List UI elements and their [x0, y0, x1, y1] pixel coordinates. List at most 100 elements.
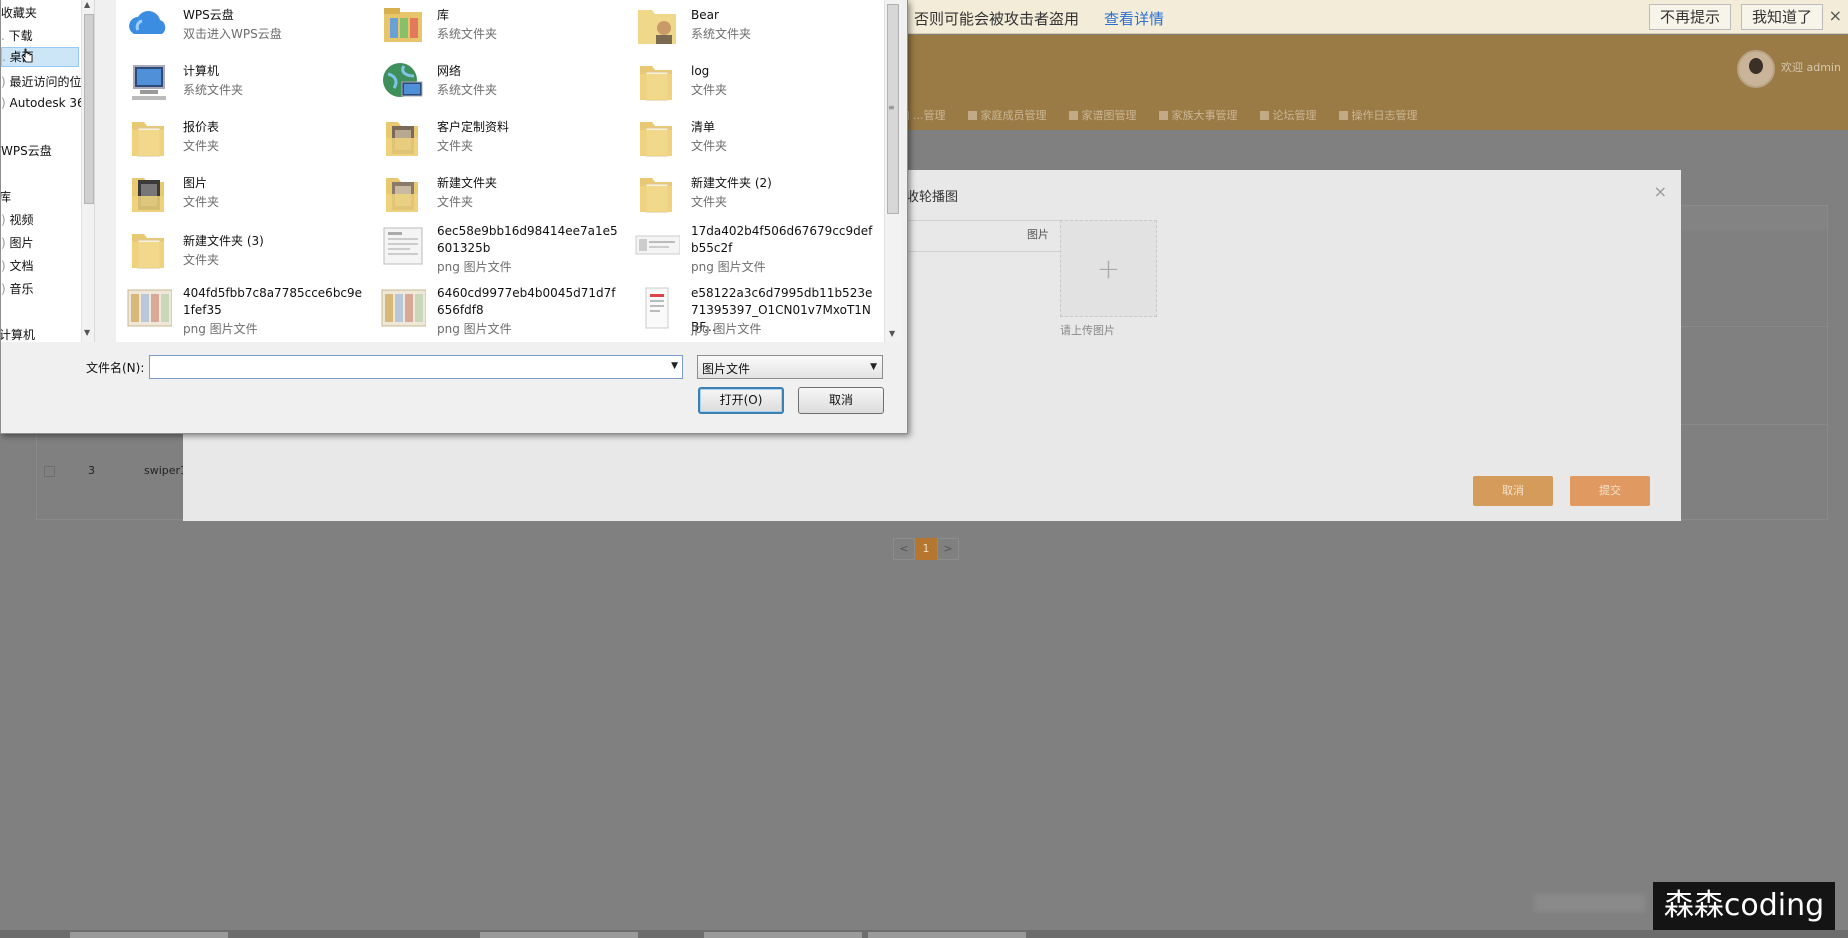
file-item-bear[interactable]: Bear 系统文件夹	[624, 0, 874, 52]
row-checkbox[interactable]	[44, 466, 55, 477]
taskbar-item[interactable]	[70, 932, 228, 938]
nav-favorites[interactable]: ▸ 收藏夹	[1, 4, 37, 21]
recent-places-icon: )	[1, 75, 10, 89]
nav-videos[interactable]: ) 视频	[1, 211, 34, 228]
chevron-down-icon[interactable]: ▼	[671, 361, 678, 371]
download-folder-icon: .	[1, 29, 9, 43]
file-type: 文件夹	[183, 253, 220, 267]
file-name: WPS云盘	[183, 8, 234, 22]
file-name: 清单	[691, 120, 716, 134]
filename-input[interactable]: ▼	[149, 355, 683, 379]
nav-item[interactable]: 论坛管理	[1259, 107, 1317, 123]
page-button[interactable]: 1	[915, 538, 937, 560]
library-folder-icon	[384, 8, 422, 42]
file-name: 17da402b4f506d67679cc9defb55c2f	[691, 224, 873, 255]
warning-close-icon[interactable]: ×	[1829, 6, 1842, 25]
music-library-icon: )	[1, 282, 10, 296]
scroll-down-arrow-icon[interactable]: ▼	[84, 328, 90, 337]
photo-folder-icon	[386, 122, 418, 156]
file-item-log[interactable]: log 文件夹	[624, 56, 874, 108]
image-upload-box[interactable]: +	[1060, 220, 1157, 317]
scroll-down-arrow-icon[interactable]: ▼	[889, 329, 895, 338]
file-item-wps-cloud[interactable]: WPS云盘 双击进入WPS云盘	[116, 0, 366, 52]
file-name: 新建文件夹	[437, 176, 498, 190]
nav-item[interactable]: 操作日志管理	[1338, 107, 1418, 123]
taskbar-item[interactable]	[868, 932, 1026, 938]
file-item-pictures[interactable]: 图片 文件夹	[116, 168, 366, 220]
nav-item[interactable]: 家谱图管理	[1068, 107, 1137, 123]
warning-details-link[interactable]: 查看详情	[1104, 8, 1164, 29]
file-type: 双击进入WPS云盘	[183, 27, 282, 41]
file-item-new-folder-2[interactable]: 新建文件夹 (2) 文件夹	[624, 168, 874, 220]
file-name: 计算机	[183, 64, 220, 78]
next-page-button[interactable]: >	[937, 538, 959, 560]
nav-documents[interactable]: ) 文档	[1, 257, 34, 274]
file-type: 文件夹	[691, 195, 728, 209]
navigation-pane: ▸ 收藏夹 . 下载 . 桌面 ) 最近访问的位置 ) Autodesk 360…	[1, 0, 95, 342]
file-item-new-folder-3[interactable]: 新建文件夹 (3) 文件夹	[116, 224, 366, 280]
nav-wps-cloud[interactable]: WPS云盘	[1, 142, 52, 159]
file-item-new-folder[interactable]: 新建文件夹 文件夹	[370, 168, 620, 220]
modal-cancel-button[interactable]: 取消	[1473, 476, 1553, 506]
nav-libraries[interactable]: 库	[1, 188, 11, 205]
file-name: 6ec58e9bb16d98414ee7a1e5601325b	[437, 224, 618, 255]
hand-cursor-icon	[21, 48, 33, 63]
file-type: png 图片文件	[183, 322, 258, 336]
file-item-network[interactable]: 网络 系统文件夹	[370, 56, 620, 108]
nav-autodesk-360[interactable]: ) Autodesk 360	[1, 96, 92, 110]
nav-downloads[interactable]: . 下载	[1, 27, 33, 44]
file-type-value: 图片文件	[702, 362, 751, 376]
file-type: png 图片文件	[691, 260, 766, 274]
avatar[interactable]	[1737, 50, 1775, 88]
open-button[interactable]: 打开(O)	[698, 387, 784, 414]
file-item-png-6460cd[interactable]: 6460cd9977eb4b0045d71d7f656fdf8 png 图片文件	[370, 282, 620, 342]
modal-close-icon[interactable]: ×	[1654, 182, 1667, 201]
nav-pictures[interactable]: ) 图片	[1, 234, 34, 251]
file-item-png-6ec58e[interactable]: 6ec58e9bb16d98414ee7a1e5601325b png 图片文件	[370, 220, 620, 280]
network-globe-icon	[383, 63, 423, 97]
chevron-down-icon[interactable]: ▼	[870, 362, 877, 372]
nav-scrollbar[interactable]: ▲ ▼	[81, 0, 94, 342]
nav-item[interactable]: 家族大事管理	[1158, 107, 1238, 123]
watermark: 森森coding	[1653, 882, 1835, 930]
cancel-button[interactable]: 取消	[798, 387, 884, 414]
file-type-select[interactable]: 图片文件 ▼	[697, 355, 883, 379]
nav-computer[interactable]: 计算机	[1, 326, 35, 342]
warning-text: 否则可能会被攻击者盗用	[914, 10, 1080, 28]
file-type: 文件夹	[691, 83, 728, 97]
file-item-list[interactable]: 清单 文件夹	[624, 112, 874, 164]
file-item-customer-materials[interactable]: 客户定制资料 文件夹	[370, 112, 620, 164]
pagination: < 1 >	[893, 538, 959, 560]
nav-icon	[967, 110, 977, 120]
nav-recent-places[interactable]: ) 最近访问的位置	[1, 73, 94, 90]
photo-folder-icon	[132, 178, 164, 212]
file-type: 文件夹	[437, 195, 474, 209]
file-item-png-404fd5[interactable]: 404fd5fbb7c8a7785cce6bc9e1fef35 png 图片文件	[116, 282, 366, 342]
file-item-png-17da40[interactable]: 17da402b4f506d67679cc9defb55c2f png 图片文件	[624, 220, 874, 280]
nav-music[interactable]: ) 音乐	[1, 280, 34, 297]
computer-icon	[132, 65, 166, 100]
browser-warning-bar: 否则可能会被攻击者盗用 查看详情 不再提示 我知道了 ×	[890, 0, 1848, 34]
got-it-button[interactable]: 我知道了	[1741, 4, 1824, 30]
file-type: png 图片文件	[437, 260, 512, 274]
file-item-quotation[interactable]: 报价表 文件夹	[116, 112, 366, 164]
nav-item[interactable]: 家庭成员管理	[967, 107, 1047, 123]
scroll-up-arrow-icon[interactable]: ▲	[84, 0, 90, 9]
file-list-scrollbar[interactable]: ≡ ▼	[884, 0, 901, 342]
upload-hint: 请上传图片	[1060, 324, 1115, 337]
file-item-jpg-e58122[interactable]: e58122a3c6d7995db11b523e71395397_O1CN01v…	[624, 282, 874, 342]
file-type: 系统文件夹	[183, 83, 244, 97]
taskbar-item[interactable]	[480, 932, 638, 938]
filename-label: 文件名(N):	[86, 361, 145, 375]
file-type: 文件夹	[437, 139, 474, 153]
nav-desktop[interactable]: . 桌面	[1, 47, 79, 67]
file-type: 系统文件夹	[437, 83, 498, 97]
modal-submit-button[interactable]: 提交	[1570, 476, 1650, 506]
taskbar-item[interactable]	[704, 932, 862, 938]
dont-remind-button[interactable]: 不再提示	[1649, 4, 1732, 30]
file-item-computer[interactable]: 计算机 系统文件夹	[116, 56, 366, 108]
autodesk-icon: )	[1, 96, 10, 110]
nav-scroll-thumb[interactable]	[84, 14, 94, 204]
file-item-library[interactable]: 库 系统文件夹	[370, 0, 620, 52]
prev-page-button[interactable]: <	[893, 538, 915, 560]
